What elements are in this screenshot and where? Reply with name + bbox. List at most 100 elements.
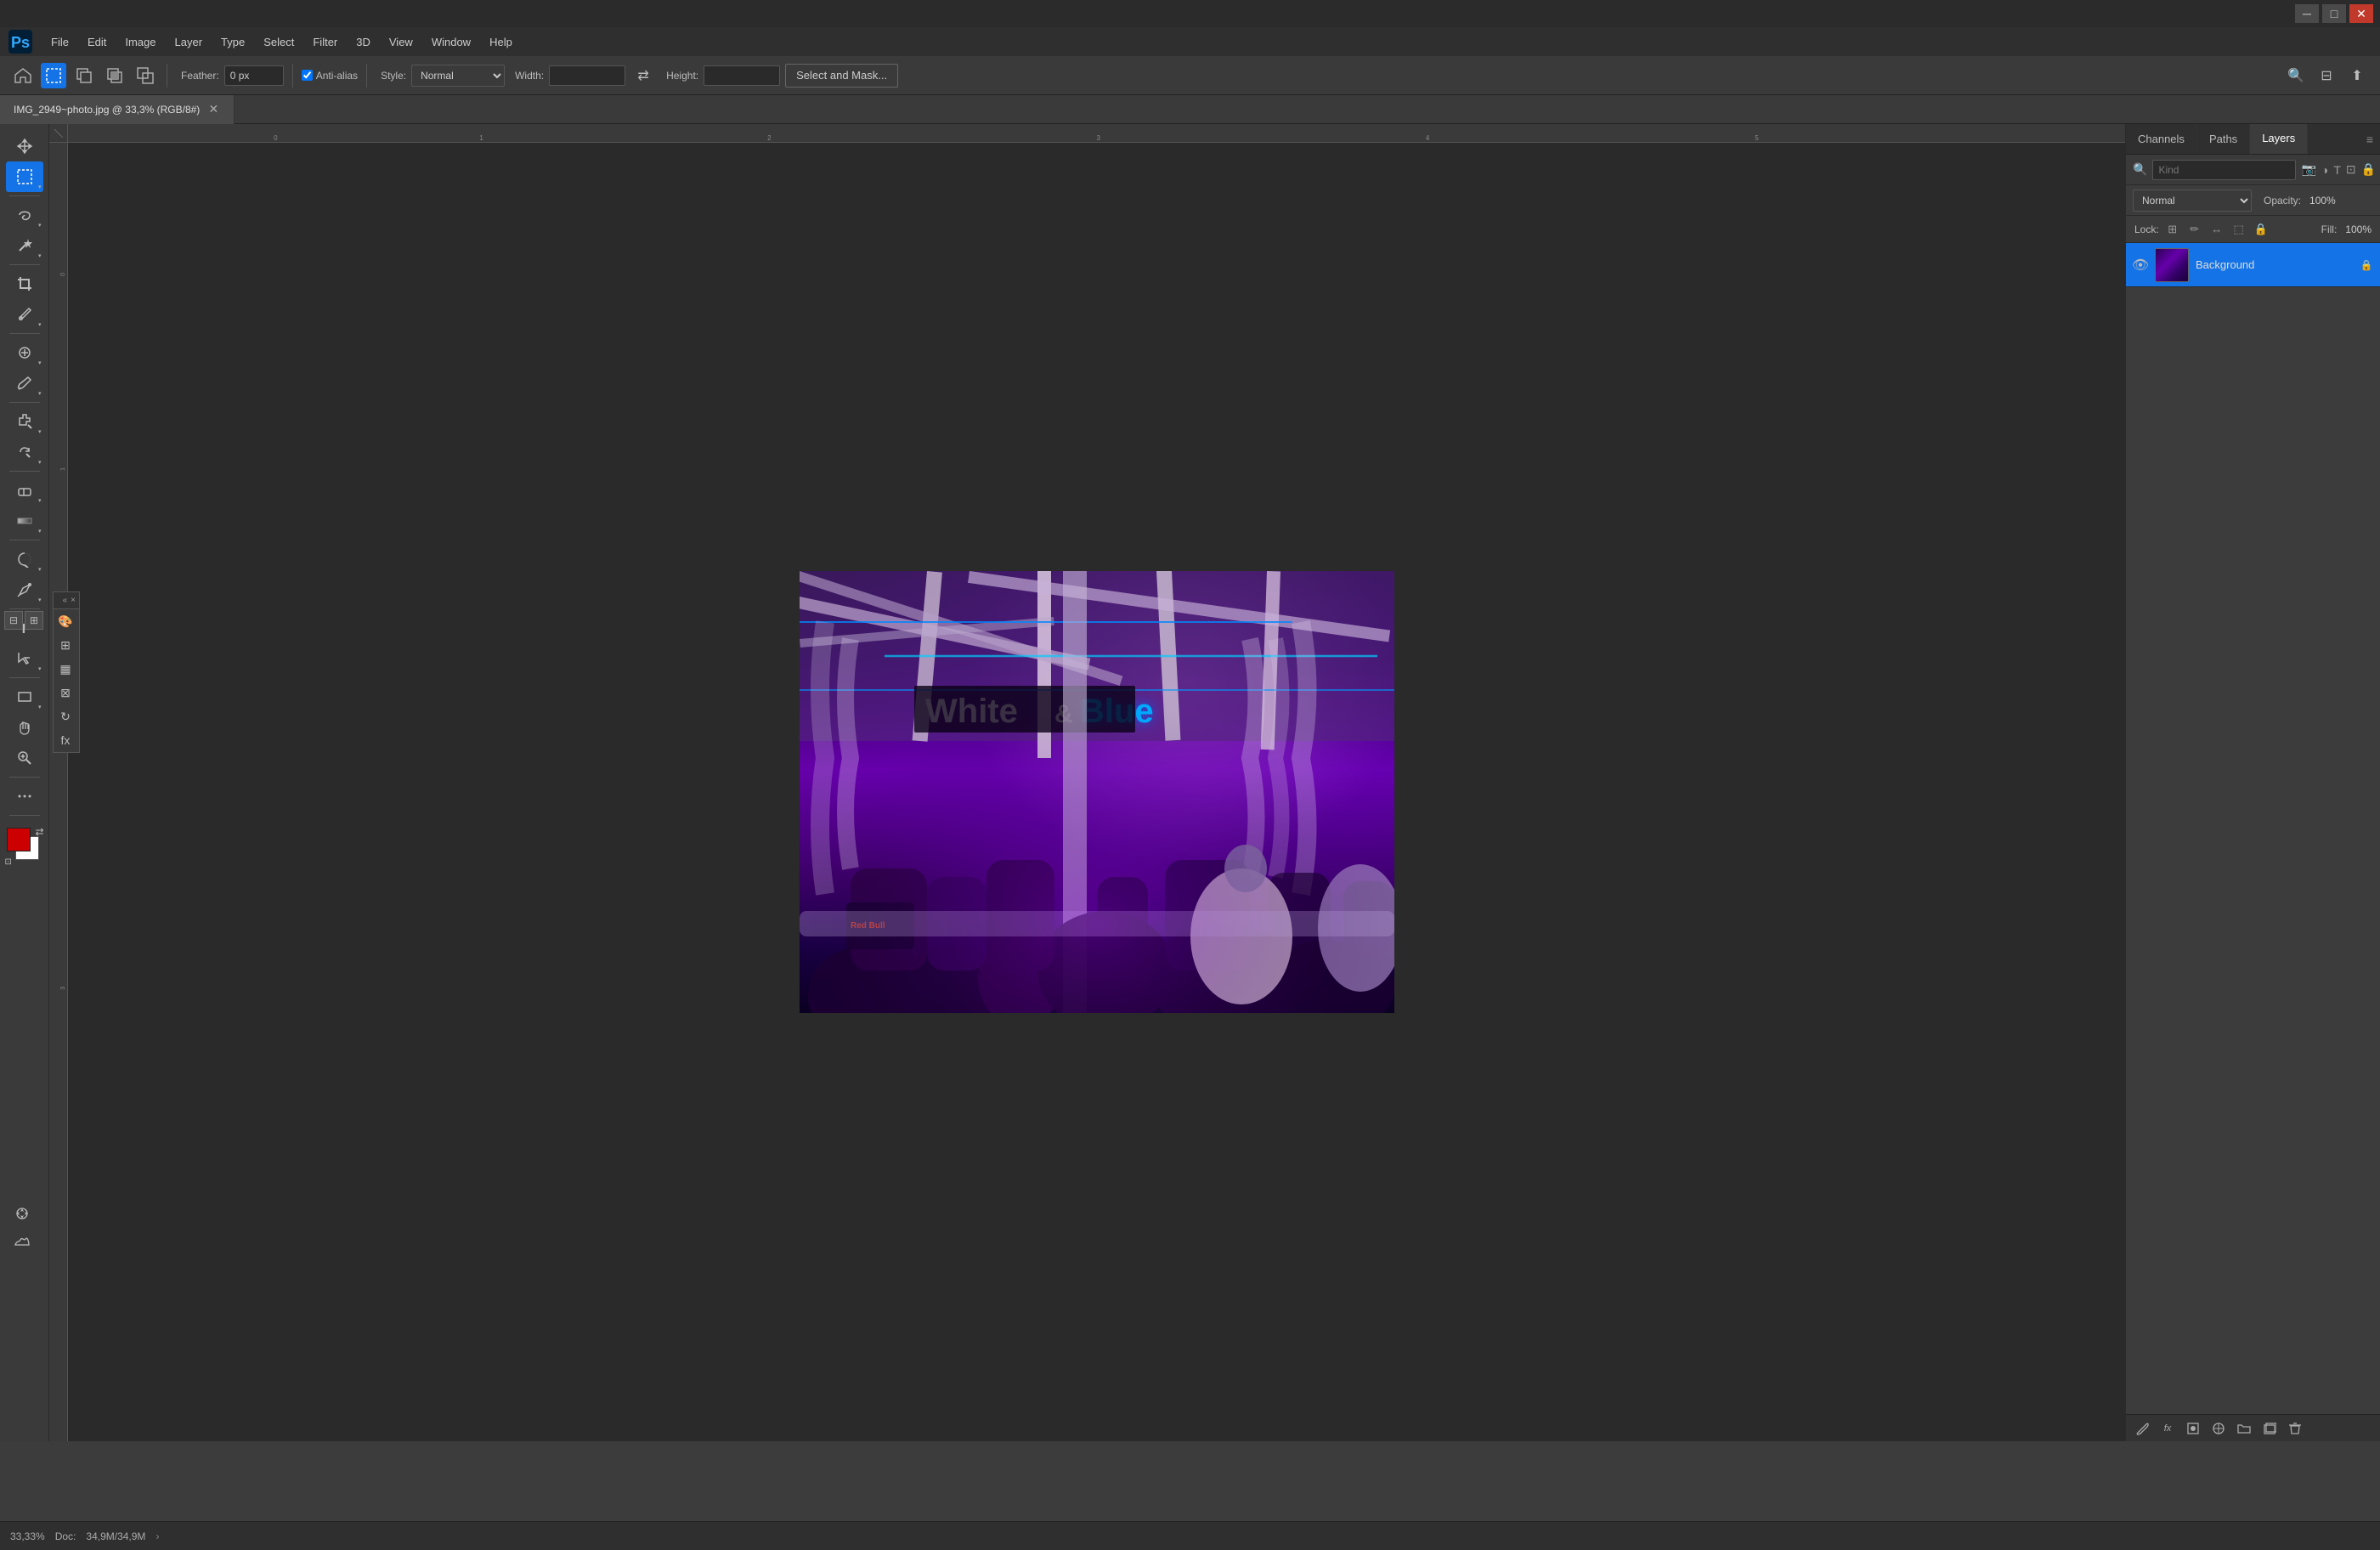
- secondary-panel-close[interactable]: ×: [71, 596, 76, 605]
- background-layer[interactable]: 👁 Background 🔒: [2126, 243, 2380, 287]
- options-divider-3: [366, 64, 367, 88]
- menu-type[interactable]: Type: [212, 32, 253, 52]
- color-swatches: ⇄ ⊡: [3, 826, 46, 868]
- menu-3d[interactable]: 3D: [348, 32, 379, 52]
- swap-colors-button[interactable]: ⇄: [35, 826, 43, 838]
- home-button[interactable]: [10, 63, 36, 88]
- channels-tab[interactable]: Channels: [2126, 124, 2197, 154]
- anti-alias-checkbox[interactable]: Anti-alias: [302, 70, 358, 82]
- search-button[interactable]: 🔍: [2283, 63, 2309, 88]
- lock-transparent-icon[interactable]: ⊞: [2164, 221, 2181, 238]
- shape-tool[interactable]: ▾: [6, 682, 43, 712]
- clone-stamp-tool[interactable]: ▾: [6, 406, 43, 437]
- menu-help[interactable]: Help: [481, 32, 521, 52]
- context-button[interactable]: ⊠: [54, 681, 77, 704]
- path-select-tool[interactable]: ▾: [6, 643, 43, 674]
- grid-button[interactable]: ⊞: [54, 633, 77, 657]
- menu-window[interactable]: Window: [423, 32, 479, 52]
- intersect-selection-icon[interactable]: [102, 63, 127, 88]
- magic-wand-tool[interactable]: ▾: [6, 230, 43, 261]
- canvas-area: 0 1 2 3 4 5 0 1 2 3: [49, 124, 2125, 1441]
- options-bar: Feather: Anti-alias Style: Normal Fixed …: [0, 56, 2380, 95]
- minimize-button[interactable]: ─: [2295, 4, 2319, 23]
- color-wheel-button[interactable]: 🎨: [54, 609, 77, 633]
- rotate-button[interactable]: ↻: [54, 704, 77, 728]
- pen-tool[interactable]: ▾: [6, 574, 43, 605]
- layers-tab[interactable]: Layers: [2250, 124, 2308, 154]
- arrange-button[interactable]: ⊟: [2314, 63, 2339, 88]
- smart-filter-icon[interactable]: 🔒: [2361, 161, 2376, 179]
- lasso-tool[interactable]: ▾: [6, 200, 43, 230]
- anti-alias-check[interactable]: [302, 70, 313, 81]
- close-doc-tab[interactable]: ✕: [206, 103, 220, 116]
- ruler-corner-icon: [54, 129, 63, 138]
- exclude-selection-icon[interactable]: [133, 63, 158, 88]
- burn-tool[interactable]: ▾: [6, 544, 43, 574]
- kind-filter-icon[interactable]: 🔍: [2133, 161, 2147, 179]
- height-input[interactable]: [704, 65, 780, 86]
- zoom-tool[interactable]: [6, 743, 43, 773]
- menu-image[interactable]: Image: [116, 32, 164, 52]
- effects-button[interactable]: fx: [54, 728, 77, 752]
- layer-delete-button[interactable]: [2284, 1418, 2306, 1439]
- pixel-filter-icon[interactable]: 📷: [2301, 161, 2315, 179]
- lock-position-icon[interactable]: ↔: [2208, 221, 2225, 238]
- adjust-filter-icon[interactable]: ◑: [2321, 161, 2328, 179]
- move-tool[interactable]: [6, 131, 43, 161]
- default-colors-button[interactable]: ⊡: [5, 857, 12, 867]
- menu-edit[interactable]: Edit: [79, 32, 115, 52]
- menu-file[interactable]: File: [42, 32, 77, 52]
- screen-mode-button[interactable]: ⊟: [4, 611, 23, 630]
- extra-tools-1: ⊟ ⊞: [3, 608, 44, 632]
- grass-tool[interactable]: [3, 1227, 41, 1254]
- marquee-options-icon[interactable]: [41, 63, 66, 88]
- feather-input[interactable]: [224, 65, 284, 86]
- ruler-label-2: 2: [767, 134, 771, 142]
- screen-mode-button-2[interactable]: ⊞: [25, 611, 43, 630]
- hand-tool[interactable]: [6, 712, 43, 743]
- layer-new-button[interactable]: [2258, 1418, 2281, 1439]
- layer-visibility-toggle[interactable]: 👁: [2133, 257, 2148, 273]
- panel-menu-icon[interactable]: ≡: [2360, 124, 2380, 154]
- shape-filter-icon[interactable]: ⊡: [2346, 161, 2356, 179]
- crop-tool[interactable]: [6, 269, 43, 299]
- layer-link-button[interactable]: [2131, 1418, 2153, 1439]
- menu-select[interactable]: Select: [255, 32, 302, 52]
- layer-mask-button[interactable]: [2182, 1418, 2204, 1439]
- brush-tool[interactable]: ▾: [6, 368, 43, 399]
- layout-button[interactable]: ▦: [54, 657, 77, 681]
- secondary-panel-collapse[interactable]: «: [63, 596, 68, 605]
- gradient-tool[interactable]: ▾: [6, 506, 43, 536]
- status-arrow[interactable]: ›: [155, 1530, 159, 1542]
- layer-group-button[interactable]: [2233, 1418, 2255, 1439]
- more-tools[interactable]: [6, 781, 43, 812]
- subtract-selection-icon[interactable]: [71, 63, 97, 88]
- width-input[interactable]: [549, 65, 625, 86]
- lock-image-icon[interactable]: ✏: [2186, 221, 2203, 238]
- history-brush-tool[interactable]: ▾: [6, 437, 43, 467]
- marquee-tool[interactable]: ▾: [6, 161, 43, 192]
- close-button[interactable]: ✕: [2349, 4, 2373, 23]
- layer-fx-button[interactable]: fx: [2157, 1418, 2179, 1439]
- document-tab[interactable]: IMG_2949~photo.jpg @ 33,3% (RGB/8#) ✕: [0, 95, 235, 124]
- menu-view[interactable]: View: [381, 32, 421, 52]
- foreground-color-swatch[interactable]: [7, 828, 31, 851]
- lock-artboard-icon[interactable]: ⬚: [2230, 221, 2247, 238]
- menu-filter[interactable]: Filter: [304, 32, 346, 52]
- style-select[interactable]: Normal Fixed Ratio Fixed Size: [411, 65, 505, 87]
- swap-dimensions-icon[interactable]: ⇄: [630, 63, 656, 88]
- select-mask-button[interactable]: Select and Mask...: [785, 64, 898, 88]
- text-filter-icon[interactable]: T: [2333, 161, 2341, 179]
- lock-all-icon[interactable]: 🔒: [2253, 221, 2270, 238]
- kind-filter-input[interactable]: [2152, 160, 2296, 180]
- share-button[interactable]: ⬆: [2344, 63, 2370, 88]
- menu-layer[interactable]: Layer: [167, 32, 212, 52]
- blend-mode-select[interactable]: Normal Dissolve Multiply Screen Overlay: [2133, 190, 2252, 212]
- eraser-tool[interactable]: ▾: [6, 475, 43, 506]
- maximize-button[interactable]: □: [2322, 4, 2346, 23]
- eyedropper-tool[interactable]: ▾: [6, 299, 43, 330]
- paths-tab[interactable]: Paths: [2197, 124, 2250, 154]
- navigator-tool[interactable]: [3, 1200, 41, 1227]
- heal-tool[interactable]: ▾: [6, 337, 43, 368]
- layer-adjustment-button[interactable]: [2208, 1418, 2230, 1439]
